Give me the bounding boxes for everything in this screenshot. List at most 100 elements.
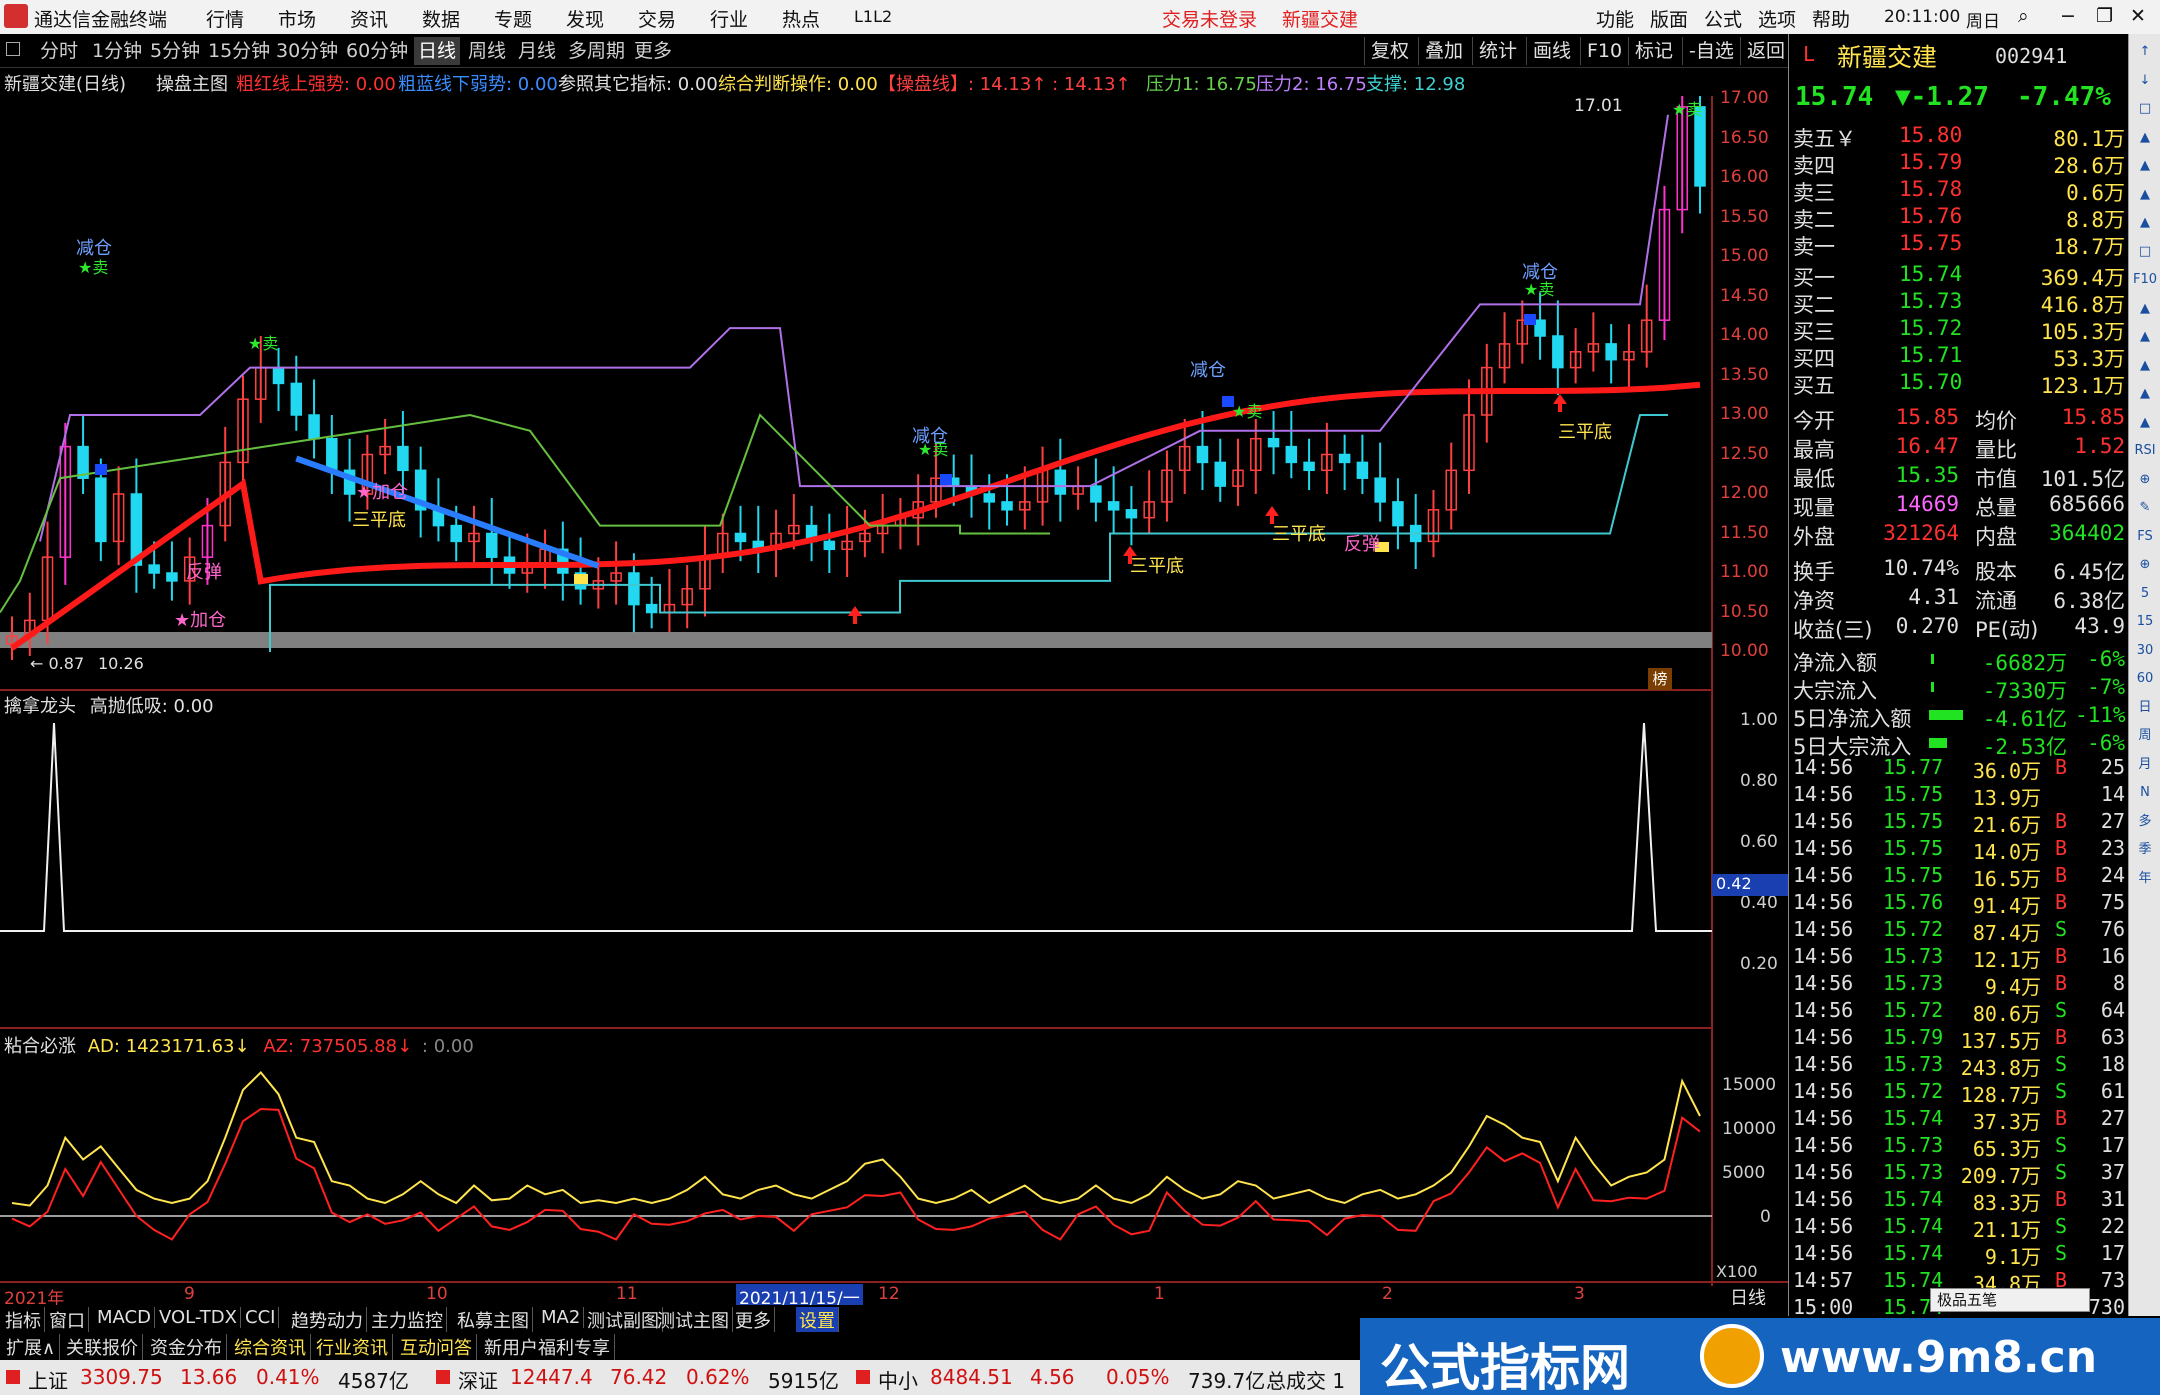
side-tool-icon[interactable]: 季 xyxy=(2133,838,2157,862)
minimize-icon[interactable]: − xyxy=(2060,5,2076,27)
menu-discover[interactable]: 发现 xyxy=(566,5,604,32)
extension-tab[interactable]: 关联报价 xyxy=(62,1334,143,1360)
overlay-button[interactable]: 叠加 xyxy=(1418,37,1469,65)
side-tool-icon[interactable]: 周 xyxy=(2133,724,2157,748)
side-tool-icon[interactable]: ▲ xyxy=(2133,297,2157,321)
tab-daily[interactable]: 日线 xyxy=(414,37,461,65)
side-tool-icon[interactable]: ↓ xyxy=(2133,69,2157,93)
menu-industry[interactable]: 行业 xyxy=(710,5,748,32)
menu-layout[interactable]: 版面 xyxy=(1650,5,1688,32)
side-tool-icon[interactable]: 5 xyxy=(2133,582,2157,606)
side-tool-icon[interactable]: □ xyxy=(2133,97,2157,121)
side-tool-icon[interactable]: 日 xyxy=(2133,696,2157,720)
indicator-tab[interactable]: VOL-TDX xyxy=(156,1307,241,1328)
menu-help[interactable]: 帮助 xyxy=(1812,5,1850,32)
indicator-tab[interactable]: 趋势动力 xyxy=(288,1307,367,1333)
menu-news[interactable]: 资讯 xyxy=(350,5,388,32)
extension-tab[interactable]: 扩展∧ xyxy=(2,1334,61,1360)
extension-tab[interactable]: 新用户福利专享 xyxy=(480,1334,615,1360)
banner-popup[interactable]: 极品五笔 xyxy=(1930,1288,2090,1312)
index-name[interactable]: 上证 xyxy=(28,1365,68,1394)
tab-weekly[interactable]: 周线 xyxy=(468,37,506,65)
extension-tab[interactable]: 行业资讯 xyxy=(312,1334,393,1360)
side-tool-icon[interactable]: 60 xyxy=(2133,667,2157,691)
search-icon[interactable]: ⌕ xyxy=(2018,5,2029,27)
bid-row[interactable]: 买三 15.72 105.3万 xyxy=(1789,315,2129,344)
side-tool-icon[interactable]: N xyxy=(2133,781,2157,805)
menu-trade[interactable]: 交易 xyxy=(638,5,676,32)
side-tool-icon[interactable]: □ xyxy=(2133,240,2157,264)
side-tool-icon[interactable]: 30 xyxy=(2133,639,2157,663)
tab-30min[interactable]: 30分钟 xyxy=(276,37,338,65)
tab-1min[interactable]: 1分钟 xyxy=(92,37,142,65)
side-tool-icon[interactable]: ▲ xyxy=(2133,354,2157,378)
menu-hot[interactable]: 热点 xyxy=(782,5,820,32)
indicator-tab[interactable]: 更多 xyxy=(732,1307,775,1333)
ask-row[interactable]: 卖二 15.76 8.8万 xyxy=(1789,203,2129,232)
indicator-tab[interactable]: 测试副图 xyxy=(584,1307,663,1333)
menu-function[interactable]: 功能 xyxy=(1596,5,1634,32)
ask-row[interactable]: 卖四 15.79 28.6万 xyxy=(1789,149,2129,178)
extension-tab[interactable]: 资金分布 xyxy=(146,1334,227,1360)
side-tool-icon[interactable]: RSI xyxy=(2133,439,2157,463)
menu-quotes[interactable]: 行情 xyxy=(206,5,244,32)
bid-row[interactable]: 买五 15.70 123.1万 xyxy=(1789,369,2129,398)
bid-row[interactable]: 买二 15.73 416.8万 xyxy=(1789,288,2129,317)
menu-data[interactable]: 数据 xyxy=(422,5,460,32)
indicator-tab[interactable]: 私募主图 xyxy=(454,1307,533,1333)
rank-button[interactable]: 榜 xyxy=(1648,668,1672,690)
side-tool-icon[interactable]: 年 xyxy=(2133,867,2157,891)
trade-login-status[interactable]: 交易未登录 xyxy=(1162,5,1257,32)
menu-l1l2[interactable]: L1L2 xyxy=(854,7,892,26)
index-name[interactable]: 中小 xyxy=(878,1365,918,1394)
indicator-tab[interactable]: 主力监控 xyxy=(368,1307,447,1333)
indicator-tab[interactable]: MA2 xyxy=(538,1307,585,1328)
restore-rights-button[interactable]: 复权 xyxy=(1364,37,1415,65)
main-indicator-name[interactable]: 操盘主图 xyxy=(156,70,228,96)
tab-more[interactable]: 更多 xyxy=(634,37,672,65)
bid-row[interactable]: 买四 15.71 53.3万 xyxy=(1789,342,2129,371)
stats-button[interactable]: 统计 xyxy=(1472,37,1523,65)
menu-market[interactable]: 市场 xyxy=(278,5,316,32)
ask-row[interactable]: 卖三 15.78 0.6万 xyxy=(1789,176,2129,205)
side-tool-icon[interactable]: FS xyxy=(2133,525,2157,549)
kline-chart[interactable] xyxy=(0,96,1788,1304)
indicator-tab[interactable]: CCI xyxy=(242,1307,280,1328)
side-tool-icon[interactable]: 15 xyxy=(2133,610,2157,634)
side-tool-icon[interactable]: F10 xyxy=(2133,268,2157,292)
f10-button[interactable]: F10 xyxy=(1580,37,1628,65)
tab-15min[interactable]: 15分钟 xyxy=(208,37,270,65)
side-tool-icon[interactable]: ▲ xyxy=(2133,126,2157,150)
tab-60min[interactable]: 60分钟 xyxy=(346,37,408,65)
indicator-tab[interactable]: MACD xyxy=(94,1307,155,1328)
maximize-icon[interactable]: ❐ xyxy=(2096,5,2113,27)
tab-5min[interactable]: 5分钟 xyxy=(150,37,200,65)
draw-button[interactable]: 画线 xyxy=(1526,37,1577,65)
remove-watchlist-button[interactable]: -自选 xyxy=(1682,37,1740,65)
mark-button[interactable]: 标记 xyxy=(1628,37,1679,65)
side-tool-icon[interactable]: ▲ xyxy=(2133,183,2157,207)
close-icon[interactable]: ✕ xyxy=(2130,5,2146,27)
back-button[interactable]: 返回 xyxy=(1740,37,1791,65)
side-tool-icon[interactable]: ▲ xyxy=(2133,382,2157,406)
extension-tab[interactable]: 互动问答 xyxy=(396,1334,477,1360)
menu-formula[interactable]: 公式 xyxy=(1704,5,1742,32)
side-tool-icon[interactable]: ↑ xyxy=(2133,40,2157,64)
sub2-name[interactable]: 粘合必涨 xyxy=(4,1036,76,1057)
side-tool-icon[interactable]: ▲ xyxy=(2133,325,2157,349)
bid-row[interactable]: 买一 15.74 369.4万 xyxy=(1789,261,2129,290)
side-tool-icon[interactable]: 多 xyxy=(2133,810,2157,834)
indicator-tab[interactable]: 测试主图 xyxy=(654,1307,733,1333)
side-tool-icon[interactable]: ▲ xyxy=(2133,211,2157,235)
side-tool-icon[interactable]: ⊕ xyxy=(2133,468,2157,492)
ask-row[interactable]: 卖五￥ 15.80 80.1万 xyxy=(1789,122,2129,151)
side-tool-icon[interactable]: ✎ xyxy=(2133,496,2157,520)
ask-row[interactable]: 卖一 15.75 18.7万 xyxy=(1789,230,2129,259)
indicator-tab[interactable]: 窗口 xyxy=(46,1307,89,1333)
menu-topics[interactable]: 专题 xyxy=(494,5,532,32)
side-tool-icon[interactable]: ▲ xyxy=(2133,154,2157,178)
side-tool-icon[interactable]: 月 xyxy=(2133,753,2157,777)
side-tool-icon[interactable]: ▲ xyxy=(2133,411,2157,435)
menu-options[interactable]: 选项 xyxy=(1758,5,1796,32)
indicator-tab[interactable]: 指标 xyxy=(2,1307,45,1333)
